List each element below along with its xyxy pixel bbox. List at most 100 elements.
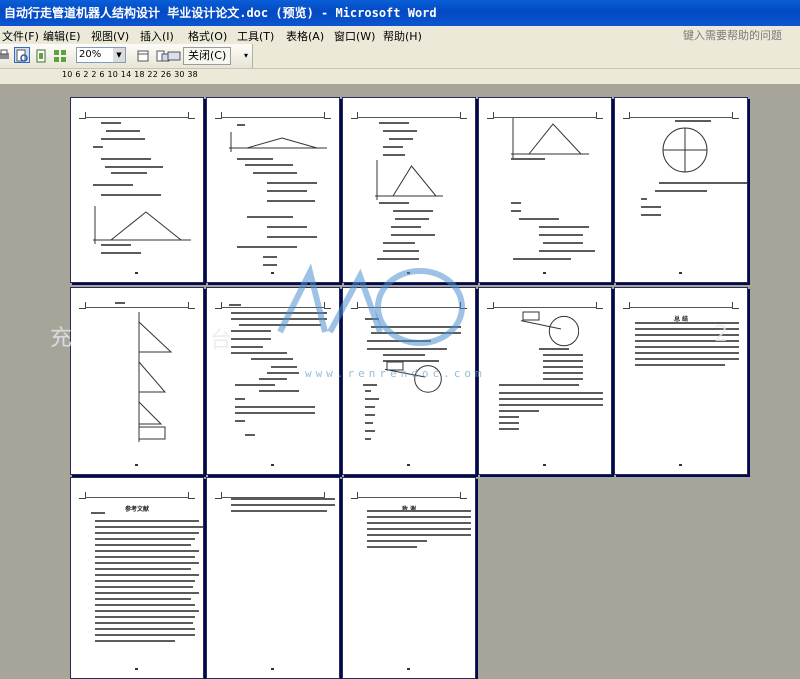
window-title: 自动行走管道机器人结构设计 毕业设计论文.doc (预览) - Microsof… <box>0 0 800 26</box>
text-line <box>641 198 647 200</box>
text-line <box>95 568 191 570</box>
diagram-figure <box>511 118 589 158</box>
text-line <box>95 616 195 618</box>
text-line <box>365 414 375 416</box>
text-line <box>101 194 161 196</box>
header-rule <box>221 117 325 118</box>
text-line <box>499 404 603 406</box>
text-line <box>543 372 583 374</box>
page-thumbnail[interactable] <box>70 97 204 283</box>
menu-edit[interactable]: 编辑(E) <box>43 28 81 44</box>
print-preview-toolbar: 20% ▼ 关闭(C) ▾ <box>0 44 800 69</box>
structure-figure <box>138 312 173 442</box>
header-rule <box>357 497 461 498</box>
text-line <box>231 498 335 500</box>
page-thumbnail[interactable] <box>478 287 612 475</box>
menu-help[interactable]: 帮助(H) <box>383 28 422 44</box>
text-line <box>115 302 125 304</box>
text-line <box>235 384 275 386</box>
page-number <box>135 464 138 466</box>
text-line <box>635 364 725 366</box>
text-line <box>659 182 747 184</box>
text-line <box>511 202 521 204</box>
menu-table[interactable]: 表格(A) <box>286 28 324 44</box>
watermark-char: 2 <box>714 322 728 347</box>
text-line <box>237 158 273 160</box>
text-line <box>95 622 193 624</box>
zoom-select[interactable]: 20% ▼ <box>76 47 126 63</box>
text-line <box>95 520 199 522</box>
horizontal-ruler[interactable]: 10 6 2 2 6 10 14 18 22 26 30 38 <box>0 69 800 84</box>
watermark-url: www.renrendoc.com <box>305 367 486 380</box>
text-line <box>365 430 375 432</box>
watermark-char: 台 <box>210 328 233 353</box>
text-line <box>95 586 193 588</box>
text-line <box>383 250 419 252</box>
page-number <box>679 272 682 274</box>
text-line <box>379 202 409 204</box>
text-line <box>267 190 307 192</box>
page-thumbnail[interactable] <box>342 97 476 283</box>
text-line <box>259 390 299 392</box>
page-thumbnail[interactable]: 参考文献 <box>70 477 204 679</box>
text-line <box>231 504 335 506</box>
page-number <box>543 464 546 466</box>
text-line <box>95 580 195 582</box>
toolbar-options-chevron-icon[interactable]: ▾ <box>244 51 248 60</box>
text-line <box>101 158 151 160</box>
page-number <box>407 668 410 670</box>
text-line <box>231 346 263 348</box>
header-rule <box>85 307 189 308</box>
header-rule <box>85 117 189 118</box>
one-page-icon[interactable] <box>33 47 49 63</box>
page-number <box>271 464 274 466</box>
close-preview-button[interactable]: 关闭(C) <box>183 47 232 65</box>
page-thumbnail[interactable]: 致 谢 <box>342 477 476 679</box>
page-thumbnail[interactable] <box>478 97 612 283</box>
text-line <box>383 130 417 132</box>
text-line <box>393 210 433 212</box>
text-line <box>539 250 595 252</box>
menu-view[interactable]: 视图(V) <box>91 28 129 44</box>
watermark-logo <box>270 262 510 382</box>
text-line <box>95 634 195 636</box>
page-thumbnail[interactable] <box>70 287 204 475</box>
text-line <box>235 412 315 414</box>
full-screen-icon[interactable] <box>166 47 182 63</box>
watermark-char: 充 <box>50 326 73 351</box>
menu-file[interactable]: 文件(F) <box>2 28 39 44</box>
text-line <box>539 226 589 228</box>
page-thumbnail[interactable]: 总 结 <box>614 287 748 475</box>
header-rule <box>85 497 189 498</box>
text-line <box>245 434 255 436</box>
print-icon[interactable] <box>0 47 12 63</box>
text-line <box>513 258 571 260</box>
text-line <box>391 234 435 236</box>
multiple-pages-icon[interactable] <box>52 47 68 63</box>
text-line <box>93 184 133 186</box>
menu-tools[interactable]: 工具(T) <box>237 28 274 44</box>
help-search-box[interactable]: 键入需要帮助的问题 <box>683 27 782 43</box>
chevron-down-icon[interactable]: ▼ <box>113 48 125 62</box>
page-thumbnail[interactable] <box>206 477 340 679</box>
menu-window[interactable]: 窗口(W) <box>334 28 375 44</box>
menu-format[interactable]: 格式(O) <box>188 28 227 44</box>
text-line <box>267 182 317 184</box>
toolbar-group: 20% ▼ 关闭(C) ▾ <box>0 44 253 68</box>
mechanism-figure <box>520 311 579 347</box>
margin-corner <box>324 112 331 119</box>
text-line <box>93 146 103 148</box>
margin-corner <box>596 112 603 119</box>
view-ruler-icon[interactable] <box>135 47 151 63</box>
page-thumbnail[interactable] <box>614 97 748 283</box>
text-line <box>231 338 271 340</box>
text-line <box>101 138 145 140</box>
magnifier-icon[interactable] <box>14 47 30 63</box>
text-line <box>367 516 471 518</box>
text-line <box>267 200 315 202</box>
margin-corner <box>460 492 467 499</box>
menu-bar: 文件(F) 编辑(E) 视图(V) 插入(I) 格式(O) 工具(T) 表格(A… <box>0 26 800 44</box>
text-line <box>237 246 297 248</box>
page-thumbnail[interactable] <box>206 97 340 283</box>
menu-insert[interactable]: 插入(I) <box>140 28 174 44</box>
